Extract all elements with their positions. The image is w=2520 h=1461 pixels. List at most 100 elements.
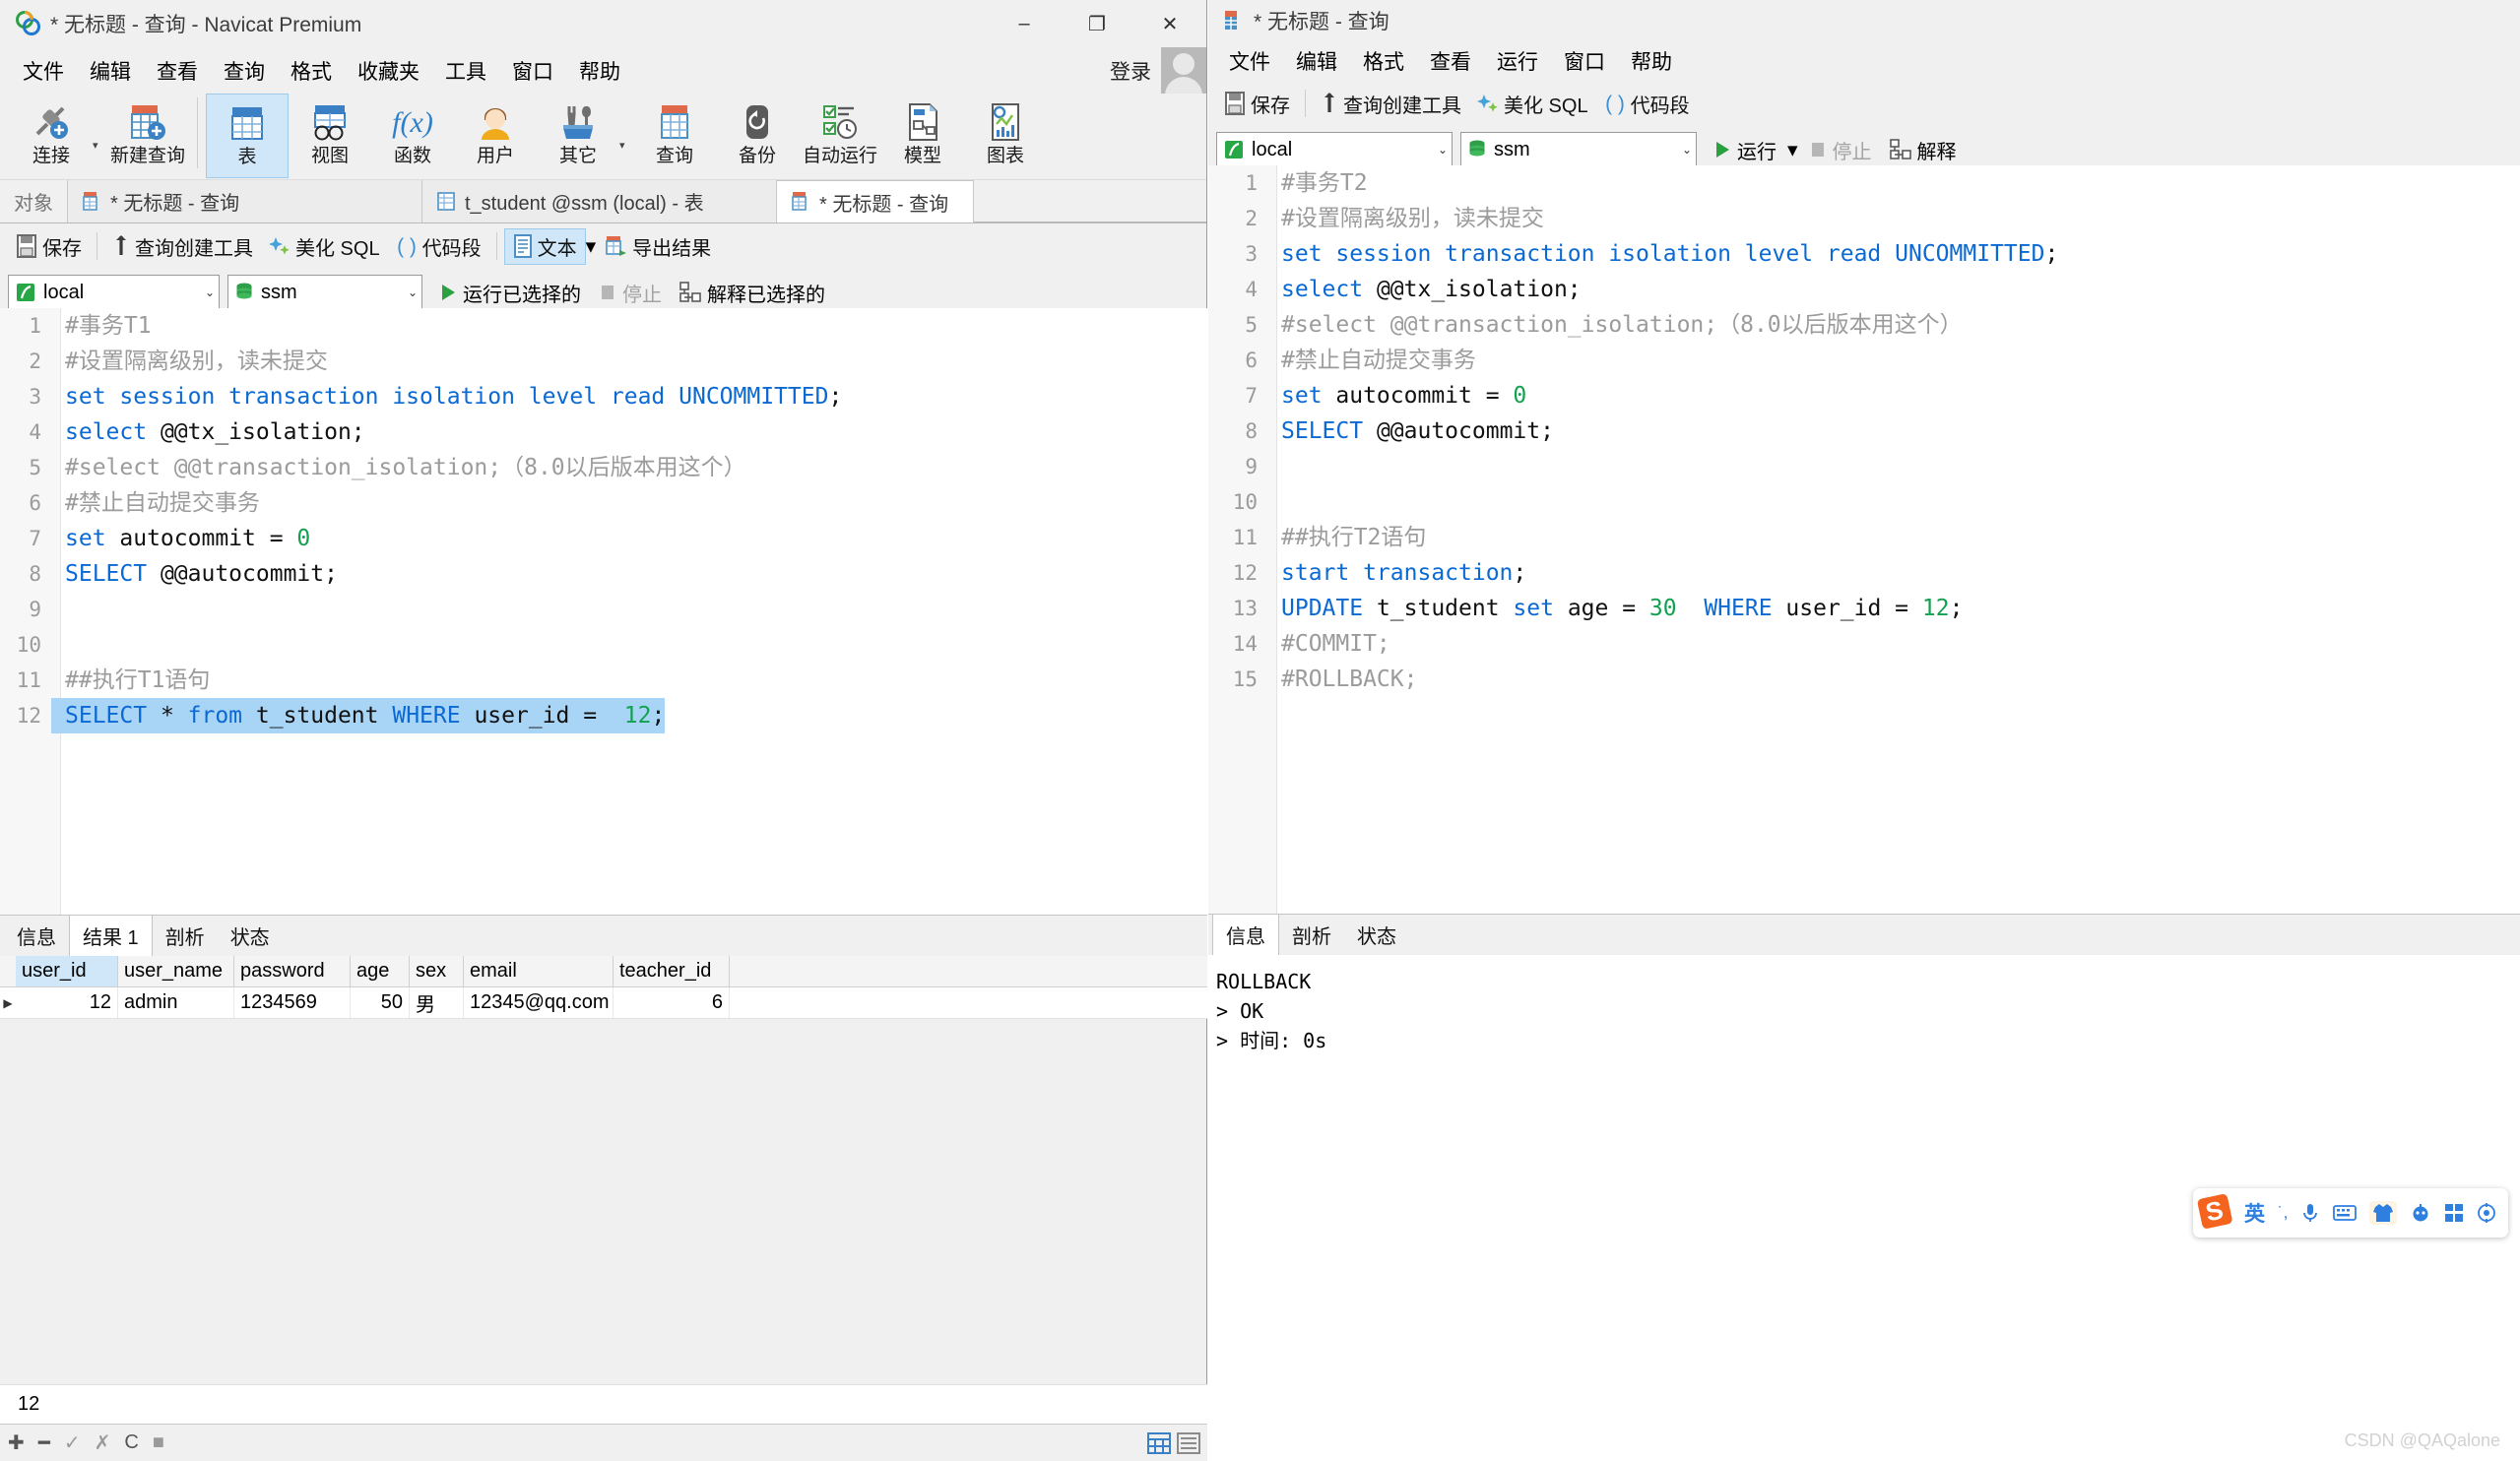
refresh-icon[interactable]: C: [124, 1431, 138, 1454]
code-text[interactable]: select @@tx_isolation;: [51, 414, 365, 450]
toolbar-button-导出结果[interactable]: 导出结果: [596, 229, 719, 264]
toolbar-button-图表[interactable]: 图表: [964, 94, 1047, 178]
result-grid-body[interactable]: ▶ 12 admin 1234569 50 男 12345@qq.com 6: [0, 987, 1207, 1019]
microphone-icon[interactable]: [2300, 1202, 2320, 1224]
language-mode-icon[interactable]: 英: [2244, 1198, 2265, 1228]
menu-item-编辑[interactable]: 编辑: [1283, 42, 1350, 80]
menu-item-查询[interactable]: 查询: [211, 52, 278, 90]
run-button-解释[interactable]: 解释: [1883, 133, 1964, 167]
result-tab-状态[interactable]: 状态: [218, 916, 283, 956]
code-text[interactable]: [51, 627, 79, 663]
code-text[interactable]: #事务T2: [1267, 165, 1368, 201]
cancel-change-icon[interactable]: ✗: [95, 1430, 111, 1455]
run-button-停止[interactable]: 停止: [592, 276, 669, 310]
run-button-运行[interactable]: 运行: [1707, 133, 1783, 167]
table-row[interactable]: ▶ 12 admin 1234569 50 男 12345@qq.com 6: [0, 987, 1207, 1019]
code-text[interactable]: #ROLLBACK;: [1267, 662, 1417, 697]
toolbar-button-模型[interactable]: 模型: [881, 94, 964, 178]
toolbar-button-代码段[interactable]: ( ) 代码段: [388, 229, 489, 264]
menu-item-格式[interactable]: 格式: [278, 52, 345, 90]
punctuation-icon[interactable]: ˙,: [2278, 1203, 2288, 1223]
chevron-down-icon[interactable]: ▾: [1787, 138, 1798, 162]
chevron-down-icon[interactable]: ▾: [93, 139, 106, 152]
menu-item-运行[interactable]: 运行: [1484, 42, 1551, 80]
server-combo-left[interactable]: local ⌄: [8, 275, 220, 310]
code-text[interactable]: SELECT @@autocommit;: [1267, 413, 1554, 449]
grid-cell[interactable]: 50: [351, 987, 410, 1018]
code-text[interactable]: ##执行T1语句: [51, 663, 210, 698]
code-text[interactable]: UPDATE t_student set age = 30 WHERE user…: [1267, 591, 1963, 626]
menu-item-格式[interactable]: 格式: [1350, 42, 1417, 80]
right-sql-code[interactable]: 1 #事务T2 2 #设置隔离级别，读未提交 3 set session transact…: [1208, 165, 2520, 914]
tab-0[interactable]: 对象: [0, 180, 68, 222]
code-text[interactable]: #select @@transaction_isolation;（8.0以后版本…: [1267, 307, 1963, 343]
run-button-解释已选择的[interactable]: 解释已选择的: [673, 276, 832, 310]
code-text[interactable]: SELECT @@autocommit;: [51, 556, 338, 592]
chevron-down-icon[interactable]: ▾: [586, 234, 597, 259]
menu-item-查看[interactable]: 查看: [144, 52, 211, 90]
code-text[interactable]: [1267, 449, 1295, 484]
grid-cell[interactable]: 12345@qq.com: [464, 987, 614, 1018]
result-tab-结果 1[interactable]: 结果 1: [69, 915, 153, 957]
left-sql-code[interactable]: 1 #事务T1 2 #设置隔离级别，读未提交 3 set session transact…: [0, 308, 1207, 915]
grid-cell[interactable]: admin: [118, 987, 234, 1018]
toolbar-button-美化 SQL[interactable]: 美化 SQL: [1469, 87, 1596, 121]
code-text[interactable]: set autocommit = 0: [1267, 378, 1526, 413]
toolbar-button-函数[interactable]: f(x) 函数: [371, 94, 454, 178]
delete-record-icon[interactable]: ━: [38, 1430, 50, 1455]
server-combo-right[interactable]: local ⌄: [1216, 132, 1453, 167]
close-button[interactable]: ✕: [1133, 0, 1206, 47]
result-tab-剖析[interactable]: 剖析: [153, 916, 218, 956]
code-text[interactable]: #select @@transaction_isolation;（8.0以后版本…: [51, 450, 746, 485]
result-tab-信息[interactable]: 信息: [4, 916, 69, 956]
result-tab-信息[interactable]: 信息: [1212, 914, 1279, 956]
form-view-icon[interactable]: [1176, 1430, 1201, 1456]
grid-view-icon[interactable]: [1146, 1430, 1172, 1456]
tab-3[interactable]: * 无标题 - 查询: [777, 180, 974, 222]
toolbar-button-自动运行[interactable]: 自动运行: [799, 94, 881, 178]
toolbar-button-视图[interactable]: 视图: [289, 94, 371, 178]
toolbar-button-保存[interactable]: 保存: [8, 229, 90, 264]
tab-1[interactable]: * 无标题 - 查询: [68, 180, 422, 222]
menu-item-帮助[interactable]: 帮助: [1618, 42, 1685, 80]
avatar[interactable]: [1161, 47, 1206, 94]
toolbar-button-美化 SQL[interactable]: 美化 SQL: [261, 229, 388, 264]
apply-change-icon[interactable]: ✓: [64, 1430, 81, 1455]
maximize-button[interactable]: ❐: [1061, 0, 1133, 47]
toolbar-button-查询创建工具[interactable]: 查询创建工具: [1313, 87, 1469, 121]
run-button-运行已选择的[interactable]: 运行已选择的: [432, 276, 588, 310]
code-text[interactable]: set session transaction isolation level …: [51, 379, 842, 414]
skin-icon[interactable]: [2369, 1201, 2398, 1225]
menu-item-窗口[interactable]: 窗口: [499, 52, 566, 90]
code-text[interactable]: #禁止自动提交事务: [1267, 343, 1476, 378]
toolbar-button-新建查询[interactable]: 新建查询: [106, 94, 189, 178]
left-sql-editor[interactable]: 1 #事务T1 2 #设置隔离级别，读未提交 3 set session transact…: [0, 308, 1207, 915]
database-combo-left[interactable]: ssm ⌄: [227, 275, 422, 310]
code-text[interactable]: #COMMIT;: [1267, 626, 1390, 662]
toolbar-button-表[interactable]: 表: [206, 94, 289, 178]
code-text[interactable]: start transaction;: [1267, 555, 1526, 591]
grid-cell[interactable]: 6: [614, 987, 730, 1018]
code-text[interactable]: select @@tx_isolation;: [1267, 272, 1582, 307]
menu-item-编辑[interactable]: 编辑: [77, 52, 144, 90]
code-text[interactable]: SELECT * from t_student WHERE user_id = …: [51, 698, 666, 733]
toolbar-button-备份[interactable]: 备份: [716, 94, 799, 178]
code-text[interactable]: #禁止自动提交事务: [51, 485, 260, 521]
code-text[interactable]: [51, 592, 79, 627]
menu-item-帮助[interactable]: 帮助: [566, 52, 633, 90]
apps-icon[interactable]: [2444, 1203, 2464, 1223]
menu-item-收藏夹[interactable]: 收藏夹: [345, 52, 432, 90]
emoji-icon[interactable]: [2410, 1203, 2431, 1223]
run-button-停止[interactable]: 停止: [1802, 133, 1879, 167]
keyboard-icon[interactable]: [2333, 1204, 2358, 1222]
grid-cell[interactable]: 1234569: [234, 987, 351, 1018]
toolbar-button-查询创建工具[interactable]: 查询创建工具: [104, 229, 261, 264]
menu-item-文件[interactable]: 文件: [10, 52, 77, 90]
toolbar-button-查询[interactable]: 查询: [633, 94, 716, 178]
menu-item-文件[interactable]: 文件: [1216, 42, 1283, 80]
toolbar-button-保存[interactable]: 保存: [1216, 87, 1298, 121]
add-record-icon[interactable]: ✚: [8, 1430, 25, 1455]
menu-item-查看[interactable]: 查看: [1417, 42, 1484, 80]
menu-item-工具[interactable]: 工具: [432, 52, 499, 90]
database-combo-right[interactable]: ssm ⌄: [1460, 132, 1697, 167]
